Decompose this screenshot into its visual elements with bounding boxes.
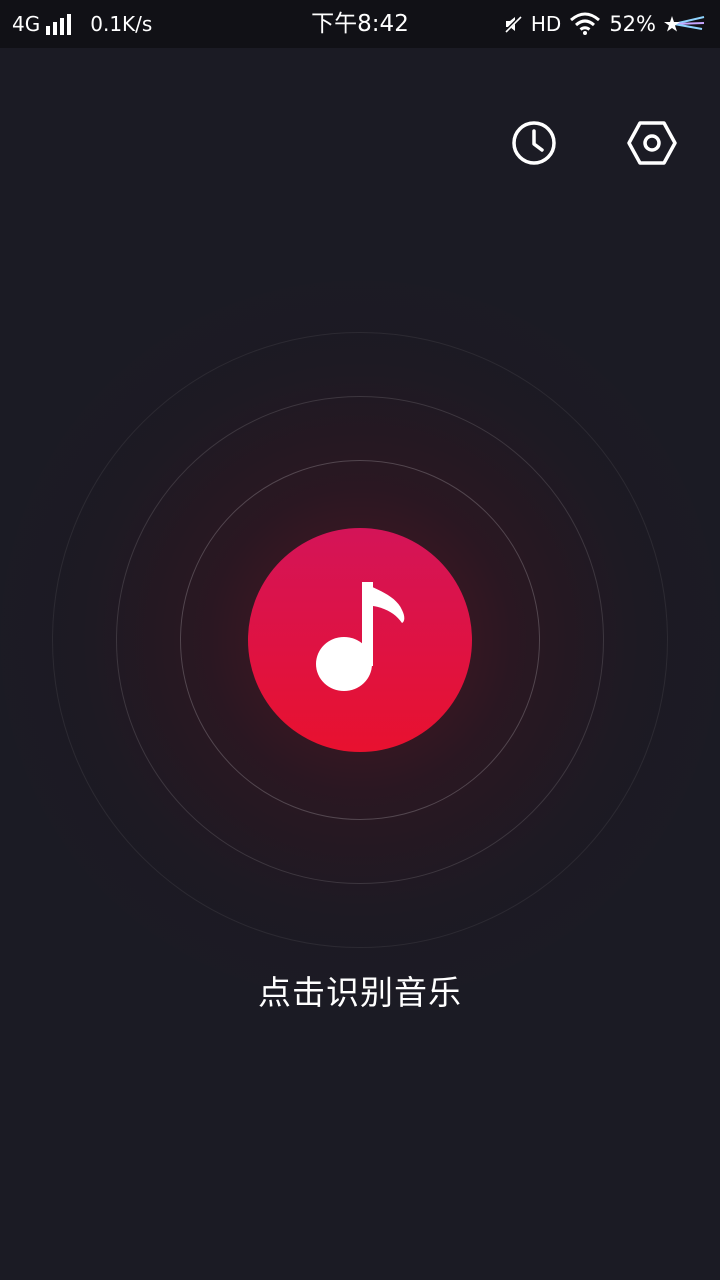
status-right: HD 52%: [495, 0, 706, 48]
recognize-hint: 点击识别音乐: [258, 973, 462, 1012]
recognize-music-button[interactable]: [248, 528, 472, 752]
status-bar: 4G 0.1K/s 下午8:42 HD 52%: [0, 0, 720, 48]
hexagon-settings-icon: [627, 121, 677, 165]
settings-button[interactable]: [626, 118, 677, 168]
history-button[interactable]: [509, 118, 559, 168]
hd-indicator: HD: [530, 12, 562, 36]
mute-icon: [503, 14, 522, 34]
shooting-star-icon: [664, 16, 705, 32]
screen: 4G 0.1K/s 下午8:42 HD 52% 点击识别音乐: [0, 0, 720, 1280]
battery-percent: 52%: [609, 12, 656, 36]
music-note-icon: [316, 582, 405, 691]
wifi-icon: [570, 12, 601, 35]
clock-icon: [512, 121, 556, 165]
